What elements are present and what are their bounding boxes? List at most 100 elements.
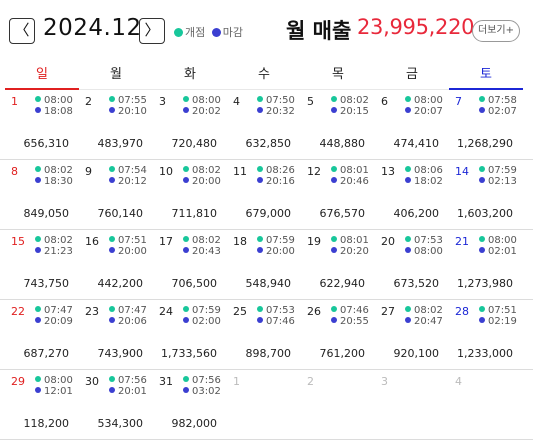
open-dot-icon xyxy=(35,376,41,382)
day-cell[interactable]: 18 07:59 20:00 548,940 xyxy=(222,230,296,299)
close-dot-icon xyxy=(479,247,485,253)
day-cell[interactable]: 30 07:56 20:01 534,300 xyxy=(74,370,148,439)
open-dot-icon xyxy=(183,306,189,312)
day-cell[interactable]: 21 08:00 02:01 1,273,980 xyxy=(444,230,518,299)
prev-month-button[interactable]: 〈 xyxy=(9,18,35,44)
day-cell[interactable]: 28 07:51 02:19 1,233,000 xyxy=(444,300,518,369)
daily-sales-amount: 656,310 xyxy=(23,137,70,150)
day-cell[interactable]: 5 08:02 20:15 448,880 xyxy=(296,90,370,159)
day-cell[interactable]: 2 07:55 20:10 483,970 xyxy=(74,90,148,159)
day-cell[interactable]: 6 08:00 20:07 474,410 xyxy=(370,90,444,159)
day-cell[interactable]: 17 08:02 20:43 706,500 xyxy=(148,230,222,299)
weekday-thu: 목 xyxy=(301,62,375,90)
daily-sales-amount: 548,940 xyxy=(245,277,292,290)
day-cell[interactable]: 19 08:01 20:20 622,940 xyxy=(296,230,370,299)
day-cell[interactable]: 31 07:56 03:02 982,000 xyxy=(148,370,222,439)
day-cell[interactable]: 26 07:46 20:55 761,200 xyxy=(296,300,370,369)
daily-sales-amount: 1,603,200 xyxy=(457,207,513,220)
open-dot-icon xyxy=(109,236,115,242)
open-time-text: 08:02 xyxy=(44,165,73,176)
close-dot-icon xyxy=(257,107,263,113)
close-time: 02:01 xyxy=(479,246,517,257)
close-time-text: 07:46 xyxy=(266,316,295,327)
daily-sales-amount: 743,900 xyxy=(97,347,144,360)
daily-sales-amount: 720,480 xyxy=(171,137,218,150)
open-dot-icon xyxy=(405,96,411,102)
open-time: 07:59 xyxy=(257,235,295,246)
weekday-tue: 화 xyxy=(153,62,227,90)
close-time-text: 02:01 xyxy=(488,246,517,257)
day-cell[interactable]: 24 07:59 02:00 1,733,560 xyxy=(148,300,222,369)
daily-sales-amount: 474,410 xyxy=(393,137,440,150)
close-time-text: 02:00 xyxy=(192,316,221,327)
open-dot-icon xyxy=(479,236,485,242)
close-time-text: 02:07 xyxy=(488,106,517,117)
day-cell[interactable]: 8 08:02 18:30 849,050 xyxy=(0,160,74,229)
close-dot-icon xyxy=(331,317,337,323)
open-time: 07:47 xyxy=(35,305,73,316)
open-time: 07:46 xyxy=(331,305,369,316)
day-cell[interactable]: 29 08:00 12:01 118,200 xyxy=(0,370,74,439)
day-number: 27 xyxy=(381,305,395,318)
day-cell[interactable]: 14 07:59 02:13 1,603,200 xyxy=(444,160,518,229)
open-dot-icon xyxy=(479,166,485,172)
day-number: 1 xyxy=(11,95,18,108)
daily-sales-amount: 982,000 xyxy=(171,417,218,430)
close-dot-icon xyxy=(109,387,115,393)
legend: 개점 마감 xyxy=(174,24,246,40)
close-dot-icon xyxy=(183,107,189,113)
open-time: 07:53 xyxy=(405,235,443,246)
open-dot-icon xyxy=(35,96,41,102)
day-cell[interactable]: 27 08:02 20:47 920,100 xyxy=(370,300,444,369)
open-time: 08:00 xyxy=(479,235,517,246)
day-cell[interactable]: 1 08:00 18:08 656,310 xyxy=(0,90,74,159)
close-time: 20:09 xyxy=(35,316,73,327)
day-number: 3 xyxy=(159,95,166,108)
day-cell[interactable]: 11 08:26 20:16 679,000 xyxy=(222,160,296,229)
day-cell[interactable]: 22 07:47 20:09 687,270 xyxy=(0,300,74,369)
day-cell[interactable]: 15 08:02 21:23 743,750 xyxy=(0,230,74,299)
close-dot-icon xyxy=(211,28,221,37)
legend-close-label: 마감 xyxy=(222,26,243,39)
more-button[interactable]: 더보기+ xyxy=(472,20,520,42)
open-dot-icon xyxy=(183,376,189,382)
open-time-text: 08:00 xyxy=(414,95,443,106)
close-time: 20:12 xyxy=(109,176,147,187)
day-cell[interactable]: 10 08:02 20:00 711,810 xyxy=(148,160,222,229)
open-dot-icon xyxy=(257,306,263,312)
open-dot-icon xyxy=(331,306,337,312)
weekday-sat: 토 xyxy=(449,62,523,90)
calendar-week: 29 08:00 12:01 118,200 30 07:56 20:01 534,300 31… xyxy=(0,370,533,440)
open-time-text: 08:02 xyxy=(414,305,443,316)
daily-sales-amount: 483,970 xyxy=(97,137,144,150)
day-cell[interactable]: 9 07:54 20:12 760,140 xyxy=(74,160,148,229)
open-dot-icon xyxy=(405,236,411,242)
open-time: 08:00 xyxy=(35,375,73,386)
day-cell[interactable]: 25 07:53 07:46 898,700 xyxy=(222,300,296,369)
day-cell[interactable]: 16 07:51 20:00 442,200 xyxy=(74,230,148,299)
close-dot-icon xyxy=(257,247,263,253)
open-dot-icon xyxy=(479,306,485,312)
open-time: 08:00 xyxy=(35,95,73,106)
day-cell[interactable]: 13 08:06 18:02 406,200 xyxy=(370,160,444,229)
day-cell[interactable]: 20 07:53 08:00 673,520 xyxy=(370,230,444,299)
next-month-button[interactable]: 〉 xyxy=(139,18,165,44)
day-cell[interactable]: 4 07:50 20:32 632,850 xyxy=(222,90,296,159)
day-number: 6 xyxy=(381,95,388,108)
weekday-header: 일 월 화 수 목 금 토 xyxy=(0,62,533,90)
open-time: 07:58 xyxy=(479,95,517,106)
open-time-text: 07:54 xyxy=(118,165,147,176)
open-time-text: 07:55 xyxy=(118,95,147,106)
day-cell[interactable]: 7 07:58 02:07 1,268,290 xyxy=(444,90,518,159)
open-dot-icon xyxy=(257,166,263,172)
open-time-text: 08:06 xyxy=(414,165,443,176)
daily-sales-amount: 711,810 xyxy=(171,207,218,220)
close-time: 20:00 xyxy=(109,246,147,257)
day-number: 1 xyxy=(233,375,240,388)
open-time: 08:00 xyxy=(183,95,221,106)
day-cell[interactable]: 12 08:01 20:46 676,570 xyxy=(296,160,370,229)
day-cell[interactable]: 3 08:00 20:02 720,480 xyxy=(148,90,222,159)
day-cell: 4 xyxy=(444,370,518,439)
day-cell[interactable]: 23 07:47 20:06 743,900 xyxy=(74,300,148,369)
open-dot-icon xyxy=(109,96,115,102)
